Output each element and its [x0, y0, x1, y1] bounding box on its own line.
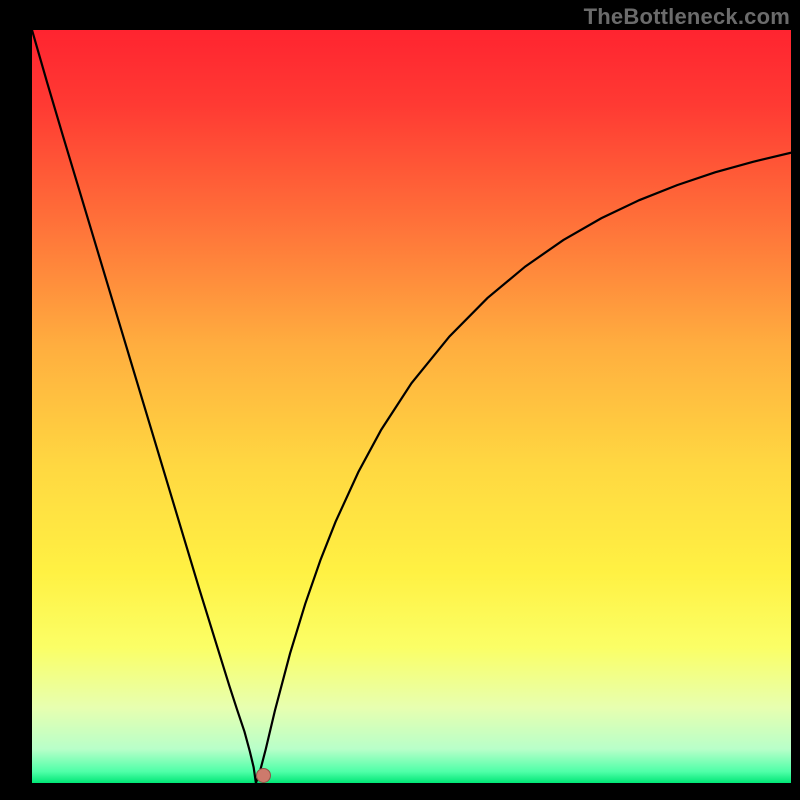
watermark-text: TheBottleneck.com: [584, 4, 790, 30]
chart-stage: TheBottleneck.com: [0, 0, 800, 800]
curve-layer: [32, 30, 791, 783]
plot-area: [32, 30, 791, 783]
bottleneck-curve: [32, 30, 791, 783]
minimum-marker: [257, 768, 271, 782]
